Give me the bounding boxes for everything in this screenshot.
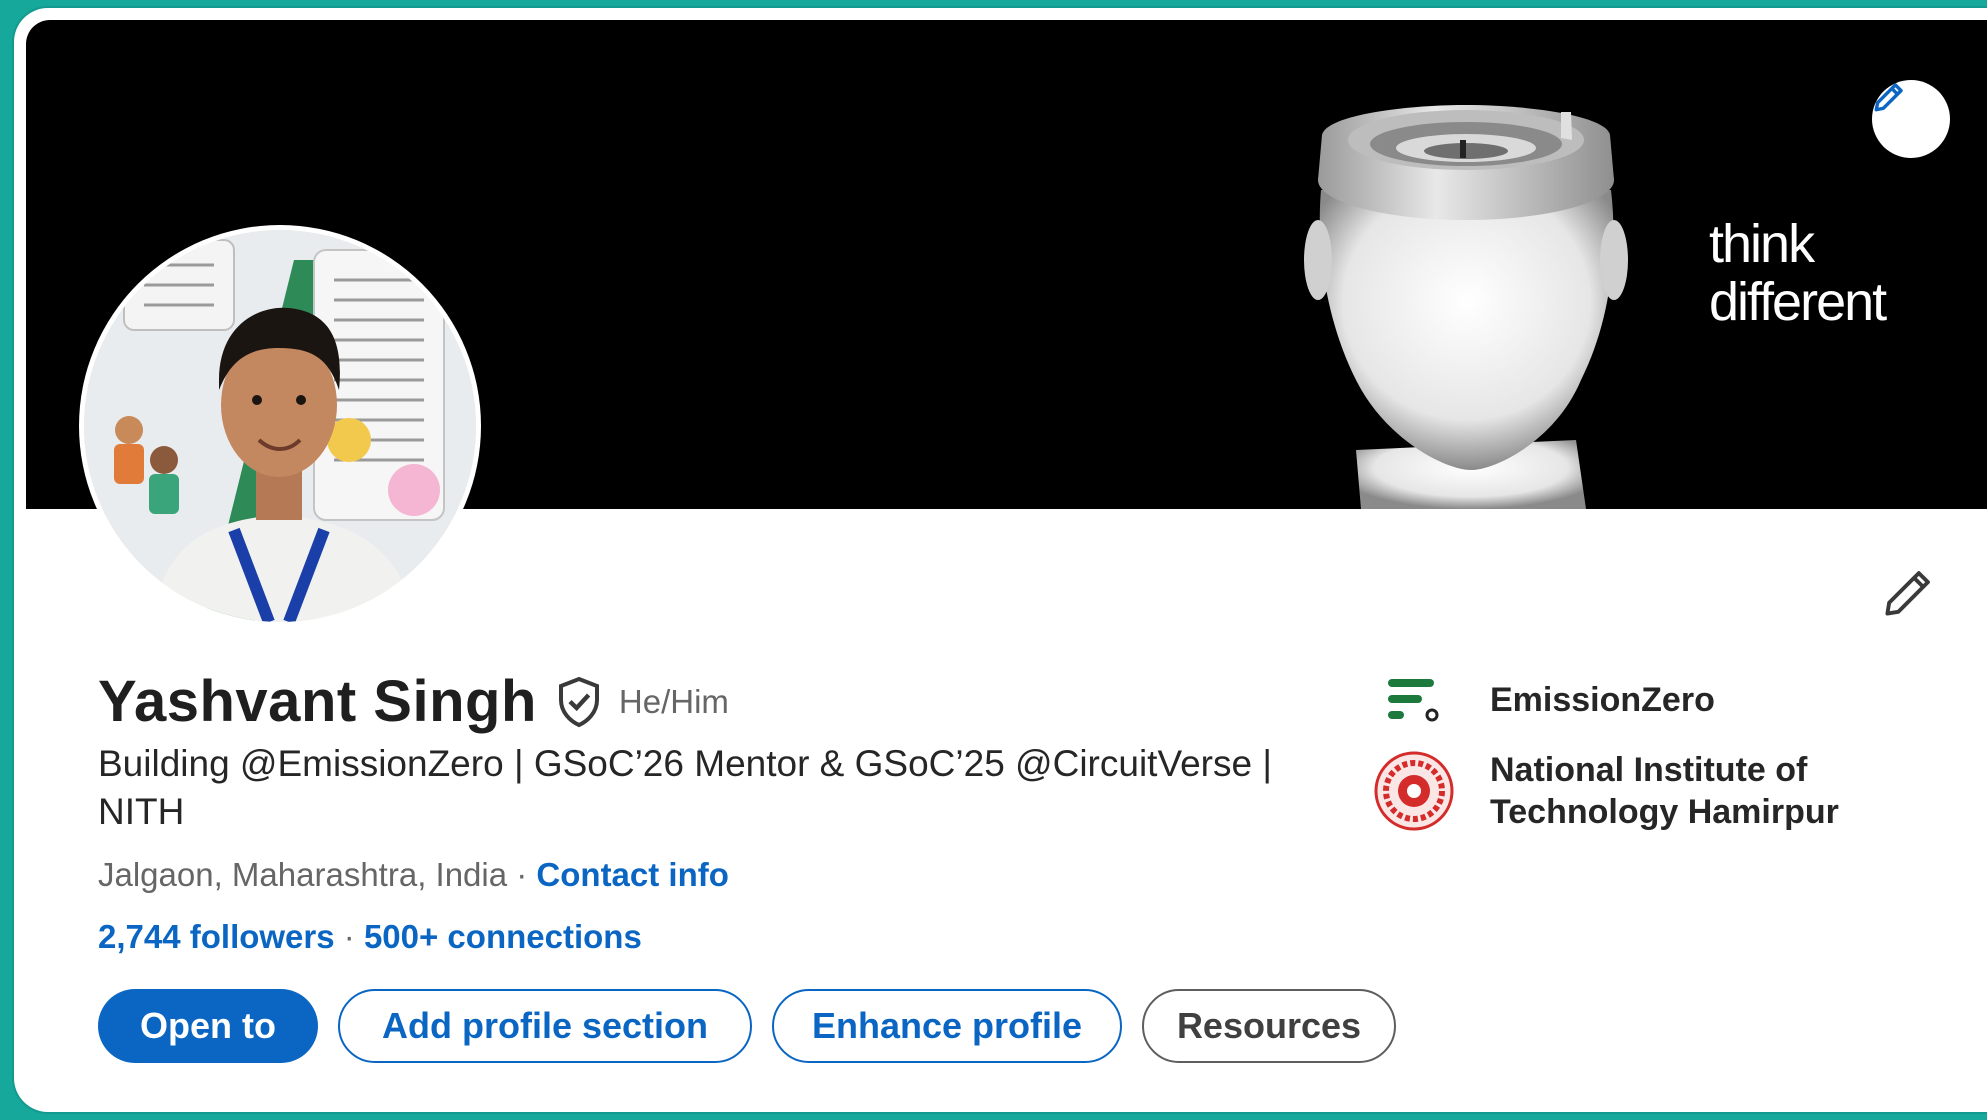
banner-tagline: think different: [1709, 214, 1887, 332]
education-school[interactable]: National Institute of Technology Hamirpu…: [1374, 749, 1870, 833]
edit-banner-button[interactable]: [1872, 80, 1950, 158]
location-row: Jalgaon, Maharashtra, India · Contact in…: [98, 856, 729, 894]
emissionzero-logo: [1374, 660, 1454, 740]
banner-tagline-line2: different: [1709, 272, 1887, 332]
pencil-icon: [1885, 571, 1930, 616]
contact-info-link[interactable]: Contact info: [536, 856, 728, 893]
company-name: EmissionZero: [1490, 681, 1715, 719]
separator: ·: [334, 918, 364, 955]
separator: ·: [507, 856, 537, 893]
pronouns: He/Him: [618, 682, 729, 720]
nith-logo: [1374, 751, 1454, 831]
school-name: National Institute of Technology Hamirpu…: [1490, 751, 1839, 831]
name-row: Yashvant Singh He/Him: [98, 668, 729, 735]
followers-link[interactable]: 2,744 followers: [98, 918, 335, 955]
profile-photo-image: [84, 230, 476, 622]
edit-profile-button[interactable]: [1876, 561, 1940, 625]
resources-button[interactable]: Resources: [1142, 989, 1396, 1063]
profile-card: think different Yashvant Singh He/Him Bu…: [14, 8, 1987, 1112]
pencil-icon: [1874, 83, 1903, 112]
verified-shield-icon[interactable]: [555, 676, 603, 728]
add-profile-section-button[interactable]: Add profile section: [338, 989, 752, 1063]
open-to-button[interactable]: Open to: [98, 989, 318, 1063]
current-company[interactable]: EmissionZero: [1374, 660, 1870, 740]
profile-headline: Building @EmissionZero | GSoC’26 Mentor …: [98, 743, 1272, 832]
profile-photo[interactable]: [84, 230, 476, 622]
enhance-profile-button[interactable]: Enhance profile: [772, 989, 1122, 1063]
banner-tagline-line1: think: [1709, 214, 1815, 274]
profile-name: Yashvant Singh: [98, 669, 537, 734]
profile-actions: Open to Add profile section Enhance prof…: [98, 989, 1396, 1063]
connections-link[interactable]: 500+ connections: [364, 918, 642, 955]
network-stats: 2,744 followers · 500+ connections: [98, 918, 642, 956]
location-text: Jalgaon, Maharashtra, India: [98, 856, 508, 893]
